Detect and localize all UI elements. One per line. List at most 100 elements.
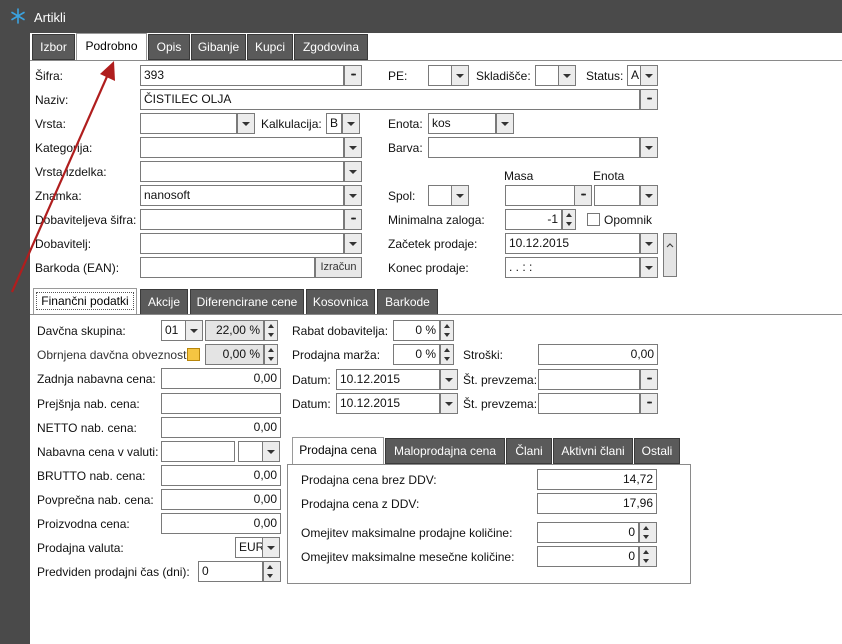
tab-barkode[interactable]: Barkode (377, 289, 438, 315)
znamka-dropdown-button[interactable] (344, 185, 362, 206)
rabat-input[interactable]: 0 % (393, 320, 440, 341)
proizvodna-input[interactable]: 0,00 (161, 513, 281, 534)
prodajna-valuta-dropdown-button[interactable] (262, 537, 280, 558)
izracun-button[interactable]: Izračun (315, 257, 362, 278)
prejsnja-input[interactable] (161, 393, 281, 414)
povprecna-input[interactable]: 0,00 (161, 489, 281, 510)
st-prevzema1-lookup-button[interactable] (640, 369, 658, 390)
status-dropdown-button[interactable] (640, 65, 658, 86)
barva-select[interactable] (428, 137, 640, 158)
status-select[interactable]: A (627, 65, 641, 86)
predviden-spinner[interactable] (263, 561, 281, 582)
zacetek-prodaje-input[interactable]: 10.12.2015 (505, 233, 640, 254)
brez-ddv-label: Prodajna cena brez DDV: (301, 473, 437, 487)
enota-mase-header: Enota (593, 169, 625, 183)
tab-clani[interactable]: Člani (506, 438, 552, 464)
z-ddv-input[interactable]: 17,96 (537, 493, 657, 514)
tab-financni-podatki[interactable]: Finančni podatki (33, 288, 137, 315)
datum1-input[interactable]: 10.12.2015 (336, 369, 440, 390)
tab-kupci[interactable]: Kupci (247, 34, 293, 60)
omejitev-prodajne-spinner[interactable] (639, 522, 657, 543)
konec-prodaje-input[interactable]: . . : : (505, 257, 640, 278)
tab-prodajna-cena[interactable]: Prodajna cena (292, 437, 384, 465)
obrnjena-checkbox[interactable] (187, 348, 200, 361)
enota-mase-dropdown-button[interactable] (640, 185, 658, 206)
minimalna-zaloga-input[interactable]: -1 (505, 209, 562, 230)
tab-akcije[interactable]: Akcije (140, 289, 188, 315)
omejitev-prodajne-input[interactable]: 0 (537, 522, 639, 543)
kategorija-select[interactable] (140, 137, 344, 158)
masa-lookup-button[interactable] (574, 185, 592, 206)
naziv-input[interactable]: ČISTILEC OLJA (140, 89, 640, 110)
tab-aktivni-clani[interactable]: Aktivni člani (553, 438, 633, 464)
datum2-input[interactable]: 10.12.2015 (336, 393, 440, 414)
marza-input[interactable]: 0 % (393, 344, 440, 365)
spol-select[interactable] (428, 185, 452, 206)
kategorija-dropdown-button[interactable] (344, 137, 362, 158)
st-prevzema2-input[interactable] (538, 393, 640, 414)
pe-select[interactable] (428, 65, 452, 86)
prodajna-valuta-select[interactable]: EUR (235, 537, 263, 558)
st-prevzema2-lookup-button[interactable] (640, 393, 658, 414)
opomnik-label: Opomnik (604, 213, 653, 227)
konec-prodaje-dropdown-button[interactable] (640, 257, 658, 278)
nabavna-valuta-dropdown-button[interactable] (262, 441, 280, 462)
dobavitelj-select[interactable] (140, 233, 344, 254)
vrsta-izdelka-dropdown-button[interactable] (344, 161, 362, 182)
davcna-skupina-spinner[interactable] (264, 320, 278, 341)
enota-dropdown-button[interactable] (496, 113, 514, 134)
st-prevzema1-input[interactable] (538, 369, 640, 390)
netto-input[interactable]: 0,00 (161, 417, 281, 438)
omejitev-mesecne-input[interactable]: 0 (537, 546, 639, 567)
brez-ddv-input[interactable]: 14,72 (537, 469, 657, 490)
enota-select[interactable]: kos (428, 113, 496, 134)
minimalna-zaloga-spinner[interactable] (562, 209, 576, 230)
tab-opis[interactable]: Opis (148, 34, 190, 60)
barkoda-input[interactable] (140, 257, 315, 278)
tab-maloprodajna-cena[interactable]: Maloprodajna cena (385, 438, 505, 464)
davcna-skupina-dropdown-button[interactable] (185, 320, 203, 341)
skladisce-dropdown-button[interactable] (558, 65, 576, 86)
stroski-input[interactable]: 0,00 (538, 344, 658, 365)
spol-dropdown-button[interactable] (451, 185, 469, 206)
obrnjena-spinner[interactable] (264, 344, 278, 365)
tab-kosovnica[interactable]: Kosovnica (306, 289, 375, 315)
vrsta-izdelka-select[interactable] (140, 161, 344, 182)
kalkulacija-dropdown-button[interactable] (342, 113, 360, 134)
sifra-input[interactable]: 393 (140, 65, 344, 86)
pe-dropdown-button[interactable] (451, 65, 469, 86)
vrsta-select[interactable] (140, 113, 237, 134)
zadnja-nabavna-input[interactable]: 0,00 (161, 368, 281, 389)
masa-input[interactable] (505, 185, 575, 206)
davcna-skupina-select[interactable]: 01 (161, 320, 186, 341)
datum1-dropdown-button[interactable] (440, 369, 458, 390)
marza-spinner[interactable] (440, 344, 454, 365)
omejitev-mesecne-spinner[interactable] (639, 546, 657, 567)
nabavna-valuta-select[interactable] (238, 441, 263, 462)
skladisce-select[interactable] (535, 65, 559, 86)
rabat-spinner[interactable] (440, 320, 454, 341)
tab-gibanje[interactable]: Gibanje (191, 34, 246, 60)
dobaviteljeva-sifra-lookup-button[interactable] (344, 209, 362, 230)
tab-podrobno[interactable]: Podrobno (76, 33, 147, 61)
sifra-lookup-button[interactable] (344, 65, 362, 86)
dobaviteljeva-sifra-input[interactable] (140, 209, 344, 230)
tab-diferencirane-cene[interactable]: Diferencirane cene (190, 289, 304, 315)
zacetek-prodaje-dropdown-button[interactable] (640, 233, 658, 254)
znamka-select[interactable]: nanosoft (140, 185, 344, 206)
sale-period-side-button[interactable] (663, 233, 677, 277)
barva-dropdown-button[interactable] (640, 137, 658, 158)
predviden-input[interactable]: 0 (198, 561, 263, 582)
nabavna-valuta-input[interactable] (161, 441, 235, 462)
vrsta-dropdown-button[interactable] (237, 113, 255, 134)
naziv-lookup-button[interactable] (640, 89, 658, 110)
tab-izbor[interactable]: Izbor (32, 34, 75, 60)
opomnik-checkbox[interactable] (587, 213, 600, 226)
dobavitelj-dropdown-button[interactable] (344, 233, 362, 254)
brutto-input[interactable]: 0,00 (161, 465, 281, 486)
kalkulacija-select[interactable]: B (326, 113, 342, 134)
enota-mase-select[interactable] (594, 185, 640, 206)
datum2-dropdown-button[interactable] (440, 393, 458, 414)
tab-ostali[interactable]: Ostali (634, 438, 680, 464)
tab-zgodovina[interactable]: Zgodovina (294, 34, 368, 60)
